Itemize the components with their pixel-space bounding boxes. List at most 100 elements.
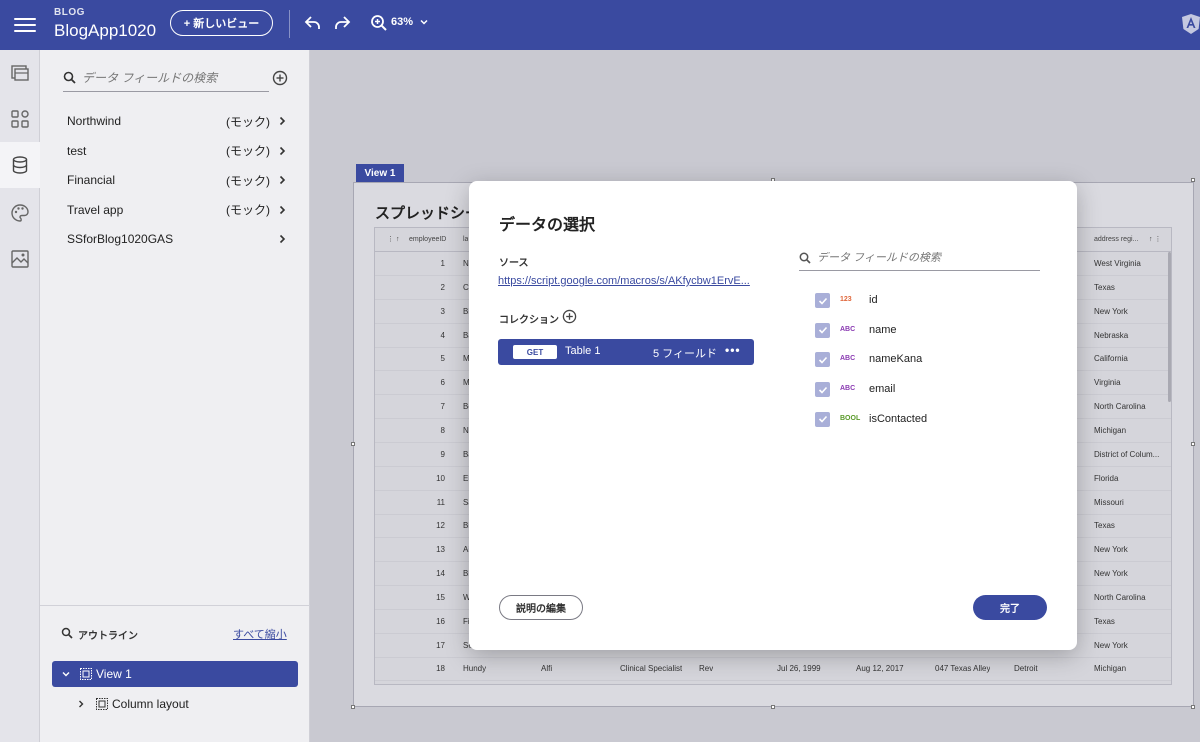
resize-handle[interactable] bbox=[351, 705, 355, 709]
cell-employee-id[interactable]: 3 bbox=[415, 300, 445, 324]
cell-address-region[interactable]: North Carolina bbox=[1094, 586, 1162, 610]
cell-address-region[interactable]: Texas bbox=[1094, 514, 1162, 538]
new-view-button[interactable]: + 新しいビュー bbox=[170, 10, 273, 36]
data-icon[interactable] bbox=[0, 142, 40, 188]
cell-address-region[interactable]: New York bbox=[1094, 538, 1162, 562]
table-cell[interactable]: Alfi bbox=[541, 657, 552, 681]
table-cell[interactable]: Hundy bbox=[463, 657, 486, 681]
views-icon[interactable] bbox=[0, 50, 40, 96]
theme-icon[interactable] bbox=[0, 190, 40, 236]
cell-employee-id[interactable]: 13 bbox=[415, 538, 445, 562]
outline-item-view1[interactable]: View 1 bbox=[52, 661, 298, 687]
field-search-input[interactable] bbox=[817, 251, 1027, 264]
cell-address-region[interactable]: New York bbox=[1094, 562, 1162, 586]
cell-address-region[interactable]: New York bbox=[1094, 300, 1162, 324]
chevron-down-icon[interactable] bbox=[61, 669, 71, 679]
resize-handle[interactable] bbox=[1191, 178, 1195, 182]
field-item[interactable]: ABC nameKana bbox=[815, 350, 1035, 370]
cell-address-region[interactable]: Virginia bbox=[1094, 371, 1162, 395]
collection-item-table1[interactable]: GET Table 1 5 フィールド ••• bbox=[498, 339, 754, 365]
resize-handle[interactable] bbox=[1191, 442, 1195, 446]
header-employee-id[interactable]: employeeID bbox=[409, 228, 446, 252]
field-item[interactable]: ABC name bbox=[815, 321, 1035, 341]
cell-employee-id[interactable]: 1 bbox=[415, 252, 445, 276]
cell-employee-id[interactable]: 2 bbox=[415, 276, 445, 300]
cell-employee-id[interactable]: 7 bbox=[415, 395, 445, 419]
column-menu-icon[interactable]: ⋮ ↑ bbox=[387, 228, 399, 252]
cell-employee-id[interactable]: 14 bbox=[415, 562, 445, 586]
source-url-link[interactable]: https://script.google.com/macros/s/AKfyc… bbox=[498, 275, 754, 287]
table-cell[interactable]: Jul 26, 1999 bbox=[777, 657, 821, 681]
outline-item-column-layout[interactable]: Column layout bbox=[52, 691, 298, 717]
chevron-right-icon[interactable] bbox=[277, 234, 287, 244]
column-menu-icon[interactable]: ↑ ⋮ bbox=[1149, 228, 1161, 252]
cell-address-region[interactable]: West Virginia bbox=[1094, 252, 1162, 276]
cell-address-region[interactable]: Michigan bbox=[1094, 657, 1162, 681]
chevron-right-icon[interactable] bbox=[277, 146, 287, 156]
redo-icon[interactable] bbox=[332, 13, 352, 33]
field-checkbox[interactable] bbox=[815, 411, 830, 427]
table-cell[interactable]: Detroit bbox=[1014, 657, 1038, 681]
cell-address-region[interactable]: Nebraska bbox=[1094, 324, 1162, 348]
zoom-level[interactable]: 63% bbox=[391, 16, 413, 28]
data-source-item[interactable]: Financial (モック) bbox=[40, 165, 310, 195]
cell-address-region[interactable]: Texas bbox=[1094, 610, 1162, 634]
field-checkbox[interactable] bbox=[815, 382, 830, 398]
resize-handle[interactable] bbox=[351, 442, 355, 446]
add-data-source-icon[interactable] bbox=[272, 70, 288, 86]
field-checkbox[interactable] bbox=[815, 322, 830, 338]
cell-address-region[interactable]: North Carolina bbox=[1094, 395, 1162, 419]
cell-address-region[interactable]: Michigan bbox=[1094, 419, 1162, 443]
undo-icon[interactable] bbox=[303, 13, 323, 33]
cell-address-region[interactable]: California bbox=[1094, 347, 1162, 371]
view-tag[interactable]: View 1 bbox=[356, 164, 404, 182]
data-source-item[interactable]: SSforBlog1020GAS bbox=[40, 224, 310, 254]
table-cell[interactable]: 047 Texas Alley bbox=[935, 657, 990, 681]
table-cell[interactable]: Rev bbox=[699, 657, 713, 681]
chevron-right-icon[interactable] bbox=[277, 175, 287, 185]
field-item[interactable]: ABC email bbox=[815, 380, 1035, 400]
cell-employee-id[interactable]: 10 bbox=[415, 467, 445, 491]
table-cell[interactable]: Clinical Specialist bbox=[620, 657, 682, 681]
cell-address-region[interactable]: New York bbox=[1094, 634, 1162, 658]
field-checkbox[interactable] bbox=[815, 293, 830, 308]
done-button[interactable]: 完了 bbox=[973, 595, 1047, 620]
header-last-name[interactable]: la bbox=[463, 228, 468, 252]
chevron-right-icon[interactable] bbox=[277, 205, 287, 215]
add-collection-icon[interactable] bbox=[562, 309, 577, 324]
cell-employee-id[interactable]: 15 bbox=[415, 586, 445, 610]
cell-address-region[interactable]: District of Colum... bbox=[1094, 443, 1162, 467]
edit-description-button[interactable]: 説明の編集 bbox=[499, 595, 583, 620]
zoom-icon[interactable] bbox=[369, 13, 389, 33]
cell-employee-id[interactable]: 18 bbox=[415, 657, 445, 681]
assets-icon[interactable] bbox=[0, 236, 40, 282]
table-cell[interactable]: Aug 12, 2017 bbox=[856, 657, 904, 681]
more-options-icon[interactable]: ••• bbox=[725, 343, 741, 357]
table-row[interactable]: 18 Hundy Alfi Clinical Specialist Rev Jul 26,… bbox=[375, 657, 1171, 682]
data-source-item[interactable]: Northwind (モック) bbox=[40, 106, 310, 136]
data-source-item[interactable]: test (モック) bbox=[40, 136, 310, 166]
cell-employee-id[interactable]: 16 bbox=[415, 610, 445, 634]
resize-handle[interactable] bbox=[771, 705, 775, 709]
cell-employee-id[interactable]: 12 bbox=[415, 514, 445, 538]
cell-address-region[interactable]: Missouri bbox=[1094, 491, 1162, 515]
cell-employee-id[interactable]: 6 bbox=[415, 371, 445, 395]
cell-employee-id[interactable]: 11 bbox=[415, 491, 445, 515]
components-icon[interactable] bbox=[0, 96, 40, 142]
cell-last-name[interactable]: N bbox=[463, 252, 469, 276]
data-search-input[interactable] bbox=[82, 70, 252, 85]
cell-last-name[interactable]: N bbox=[463, 419, 469, 443]
cell-address-region[interactable]: Texas bbox=[1094, 276, 1162, 300]
chevron-down-icon[interactable] bbox=[418, 16, 430, 28]
cell-employee-id[interactable]: 9 bbox=[415, 443, 445, 467]
field-item[interactable]: 123 id bbox=[815, 291, 1035, 311]
resize-handle[interactable] bbox=[1191, 705, 1195, 709]
header-address-region[interactable]: address regi... bbox=[1094, 228, 1138, 252]
field-checkbox[interactable] bbox=[815, 352, 830, 368]
menu-icon[interactable] bbox=[14, 14, 36, 34]
chevron-right-icon[interactable] bbox=[277, 116, 287, 126]
collapse-all-link[interactable]: すべて縮小 bbox=[233, 626, 287, 642]
cell-address-region[interactable]: Florida bbox=[1094, 467, 1162, 491]
chevron-right-icon[interactable] bbox=[76, 699, 86, 709]
field-item[interactable]: BOOL isContacted bbox=[815, 410, 1035, 430]
